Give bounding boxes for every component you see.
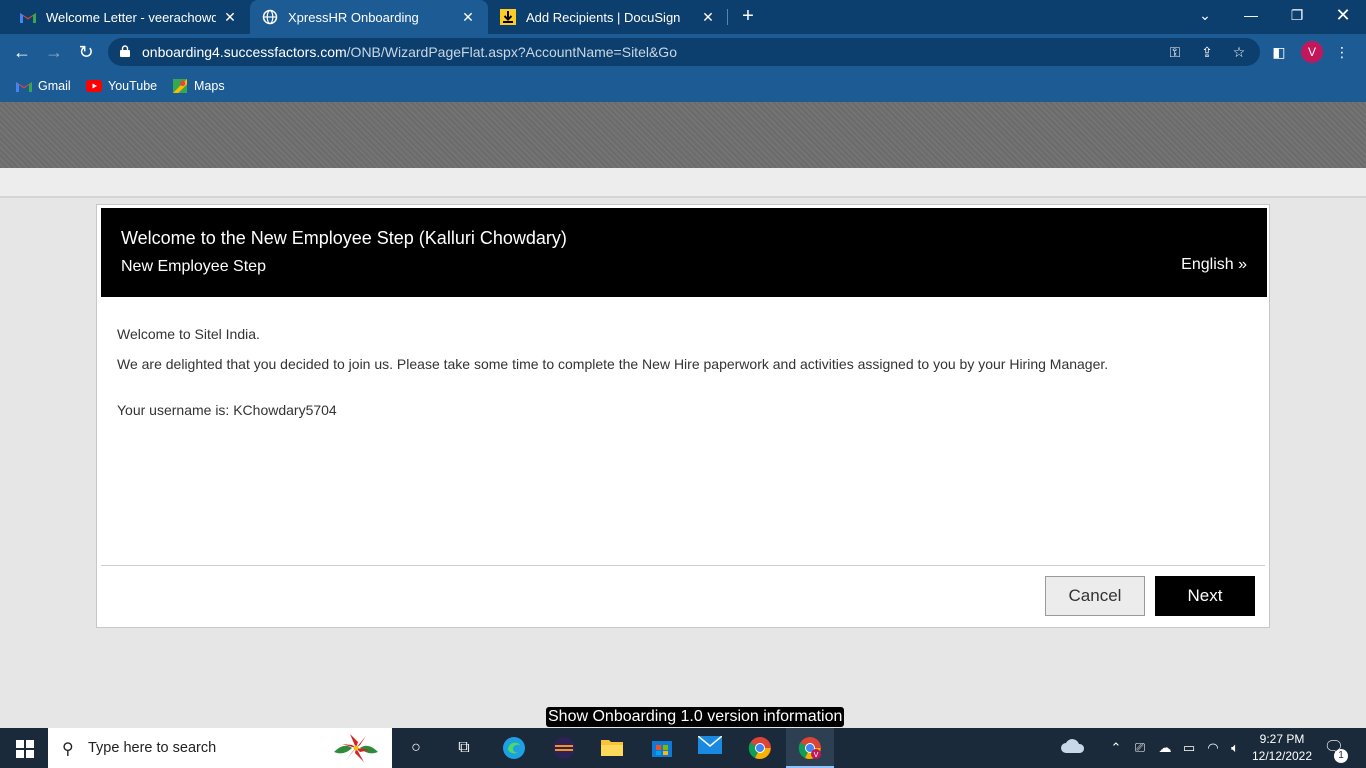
lock-icon xyxy=(120,45,130,57)
close-window-button[interactable]: ✕ xyxy=(1320,0,1366,30)
bookmark-gmail[interactable]: Gmail xyxy=(16,77,71,95)
battery-icon[interactable]: ▭ xyxy=(1180,738,1198,758)
back-arrow-icon[interactable]: ← xyxy=(10,40,34,64)
menu-kebab-icon[interactable]: ⋮ xyxy=(1332,42,1352,62)
mail-icon[interactable] xyxy=(697,735,723,760)
bookmark-label: Gmail xyxy=(38,79,71,93)
clock-date: 12/12/2022 xyxy=(1251,749,1313,763)
chrome-icon[interactable] xyxy=(748,736,772,760)
bookmarks-bar: Gmail YouTube Maps xyxy=(0,70,1366,102)
tab-label: Add Recipients | DocuSign xyxy=(526,9,681,25)
search-placeholder: Type here to search xyxy=(88,740,217,756)
youtube-icon xyxy=(86,80,102,92)
url-text: onboarding4.successfactors.com/ONB/Wizar… xyxy=(142,44,677,60)
step-banner: Welcome to the New Employee Step (Kallur… xyxy=(101,208,1267,297)
page-subheader-bar xyxy=(0,168,1366,198)
poinsettia-icon xyxy=(334,734,378,762)
windows-start-icon[interactable] xyxy=(16,740,34,758)
profile-avatar[interactable]: V xyxy=(1301,41,1323,63)
bookmark-maps[interactable]: Maps xyxy=(172,77,225,95)
page-title: Welcome to the New Employee Step (Kallur… xyxy=(121,228,567,248)
windows-taskbar: ⚲ Type here to search ○ ⧉ V ⌃ ⎚ ☁ ▭ ◠ 🔈︎… xyxy=(0,728,1366,768)
notification-count-badge: 1 xyxy=(1334,749,1348,763)
system-clock[interactable]: 9:27 PM 12/12/2022 xyxy=(1246,731,1318,765)
chrome-profile-icon[interactable]: V xyxy=(786,728,834,768)
wifi-icon[interactable]: ◠ xyxy=(1204,738,1222,758)
tab-welcome-letter[interactable]: Welcome Letter - veerachowdary ✕ xyxy=(8,0,250,34)
cancel-button[interactable]: Cancel xyxy=(1045,576,1145,616)
bookmark-label: YouTube xyxy=(108,79,158,93)
meet-now-icon[interactable]: ⎚ xyxy=(1132,738,1148,758)
tab-search-chevron-down-icon[interactable]: ⌄ xyxy=(1182,0,1228,30)
microsoft-store-icon[interactable] xyxy=(650,736,674,760)
divider xyxy=(101,565,1265,566)
side-panel-icon[interactable]: ◧ xyxy=(1269,42,1289,62)
url-path: /ONB/WizardPageFlat.aspx?AccountName=Sit… xyxy=(346,44,677,60)
share-icon[interactable]: ⇪ xyxy=(1198,43,1216,61)
file-explorer-icon[interactable] xyxy=(600,736,624,760)
search-icon: ⚲ xyxy=(62,741,74,758)
clock-time: 9:27 PM xyxy=(1259,732,1305,746)
tab-label: Welcome Letter - veerachowdary xyxy=(46,9,216,25)
maps-icon xyxy=(173,79,187,93)
bookmark-star-icon[interactable]: ☆ xyxy=(1230,43,1248,61)
edge-icon[interactable] xyxy=(502,736,526,760)
key-icon[interactable]: ⚿ xyxy=(1166,43,1184,61)
bookmark-label: Maps xyxy=(194,79,225,93)
version-info-link[interactable]: Show Onboarding 1.0 version information xyxy=(546,707,845,727)
page-header-bar xyxy=(0,102,1366,168)
page-subtitle: New Employee Step xyxy=(121,258,266,275)
forward-arrow-icon[interactable]: → xyxy=(42,40,66,64)
language-selector[interactable]: English » xyxy=(1181,256,1247,274)
task-view-icon[interactable]: ⧉ xyxy=(452,736,476,760)
onboarding-panel: Welcome to the New Employee Step (Kallur… xyxy=(96,204,1270,628)
close-tab-icon[interactable]: ✕ xyxy=(460,9,476,26)
tab-label: XpressHR Onboarding xyxy=(288,9,419,25)
address-bar[interactable]: onboarding4.successfactors.com/ONB/Wizar… xyxy=(108,38,1260,66)
next-button[interactable]: Next xyxy=(1155,576,1255,616)
close-tab-icon[interactable]: ✕ xyxy=(700,9,716,26)
globe-icon xyxy=(262,9,278,25)
docusign-icon xyxy=(500,9,516,25)
new-tab-button[interactable]: + xyxy=(736,5,760,29)
volume-icon[interactable]: 🔈︎ xyxy=(1226,738,1244,758)
minimize-button[interactable]: — xyxy=(1228,0,1274,30)
onedrive-icon[interactable] xyxy=(1058,738,1088,758)
browser-toolbar: ← → ↻ onboarding4.successfactors.com/ONB… xyxy=(0,34,1366,70)
svg-text:V: V xyxy=(814,751,819,759)
reload-icon[interactable]: ↻ xyxy=(74,40,98,64)
browser-titlebar: Welcome Letter - veerachowdary ✕ XpressH… xyxy=(0,0,1366,34)
bookmark-youtube[interactable]: YouTube xyxy=(86,77,157,95)
taskbar-search-box[interactable]: ⚲ Type here to search xyxy=(48,728,392,768)
tab-docusign[interactable]: Add Recipients | DocuSign ✕ xyxy=(488,0,728,34)
url-host: onboarding4.successfactors.com xyxy=(142,44,347,60)
close-tab-icon[interactable]: ✕ xyxy=(222,9,238,26)
username-text: Your username is: KChowdary5704 xyxy=(117,402,337,418)
chevron-up-icon[interactable]: ⌃ xyxy=(1108,738,1124,758)
welcome-text: Welcome to Sitel India. xyxy=(117,326,260,342)
welcome-message: We are delighted that you decided to joi… xyxy=(117,356,1109,372)
tab-separator xyxy=(727,9,728,25)
tab-xpresshr-onboarding[interactable]: XpressHR Onboarding ✕ xyxy=(250,0,488,34)
gmail-icon xyxy=(20,9,36,25)
eclipse-icon[interactable] xyxy=(552,736,576,760)
cortana-icon[interactable]: ○ xyxy=(404,736,428,760)
restore-button[interactable]: ❐ xyxy=(1274,0,1320,30)
cloud-icon[interactable]: ☁ xyxy=(1156,738,1174,758)
gmail-icon xyxy=(16,82,32,92)
